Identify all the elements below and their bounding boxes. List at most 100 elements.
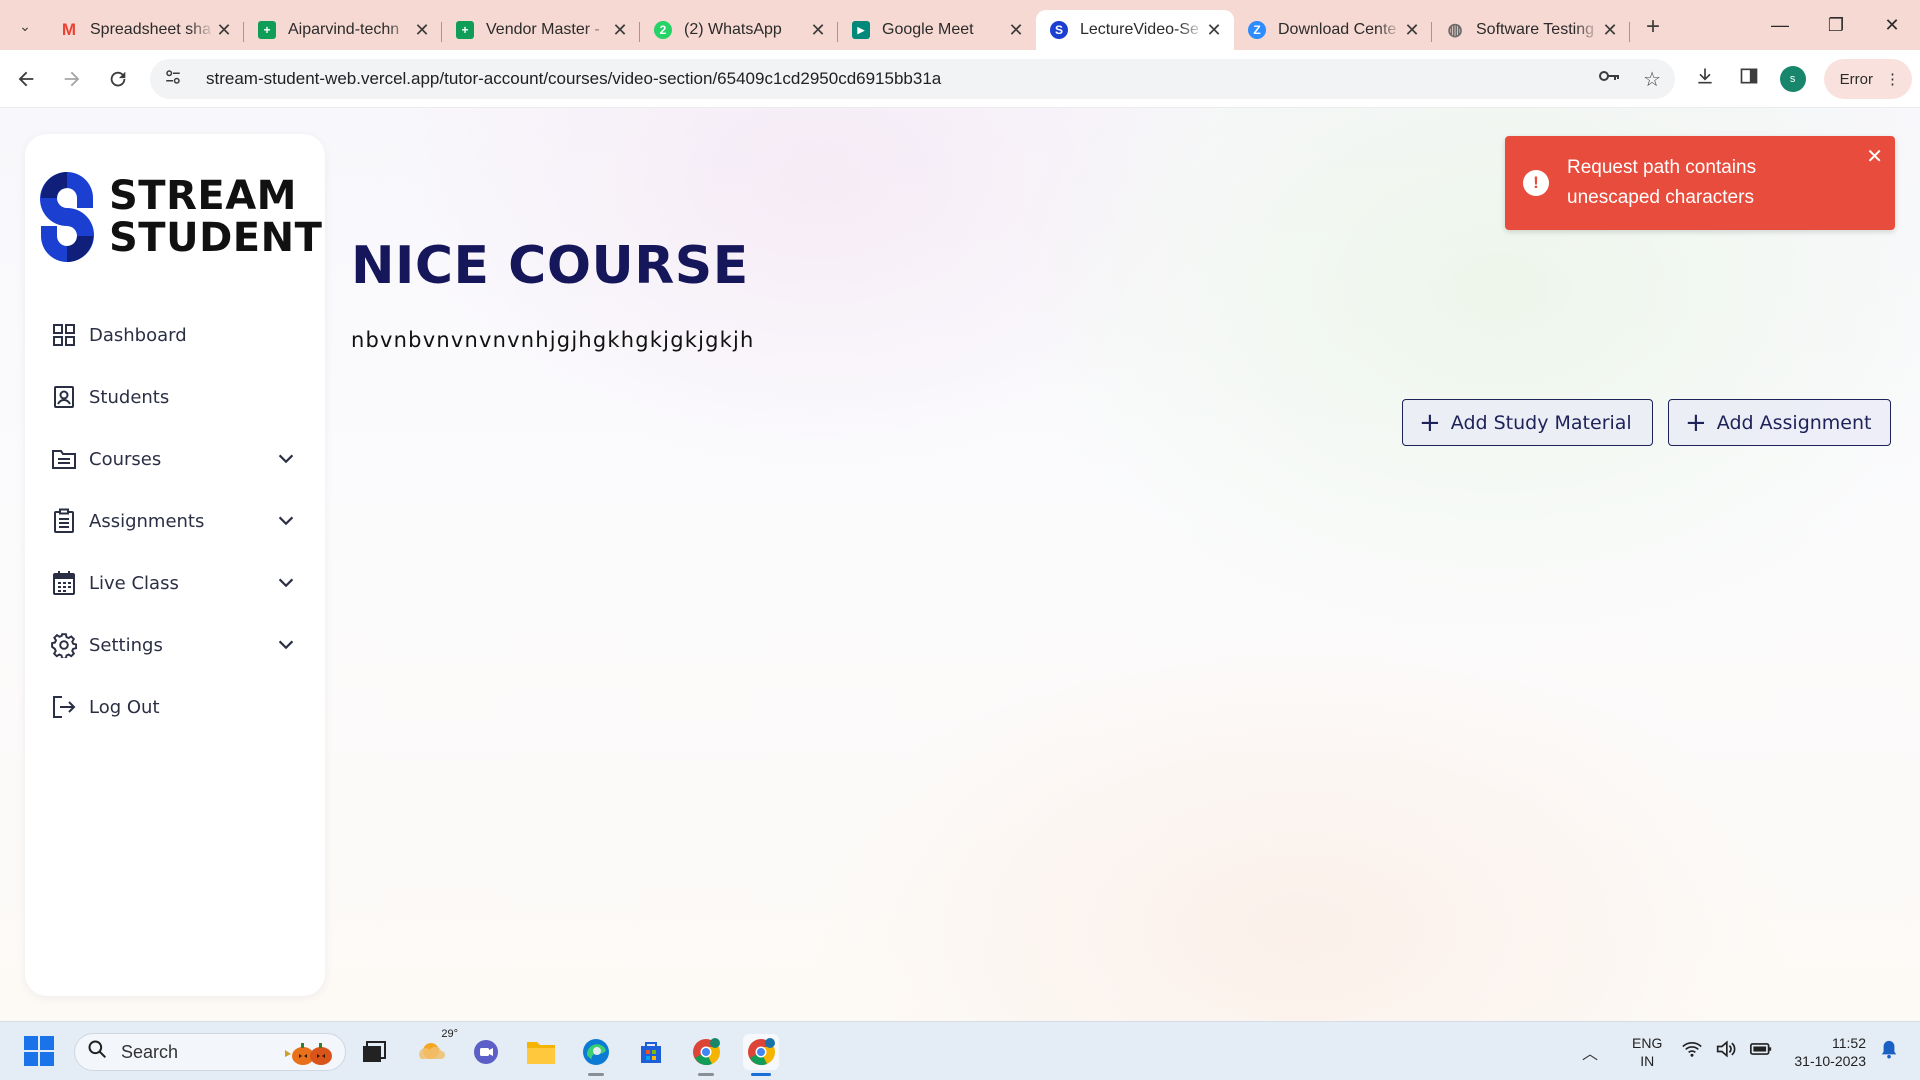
dashboard-grid-icon xyxy=(51,322,77,348)
alert-circle-icon: ! xyxy=(1523,170,1549,196)
sidebar-item-label: Settings xyxy=(89,634,163,656)
tab-title: LectureVideo-Se xyxy=(1080,21,1199,38)
chevron-down-icon[interactable] xyxy=(275,634,297,656)
gmail-icon: M xyxy=(61,20,77,39)
download-icon[interactable] xyxy=(1692,66,1718,92)
sheets-icon: + xyxy=(456,21,474,39)
tab-vendor-master[interactable]: + Vendor Master - ✕ xyxy=(442,10,640,50)
tab-search-button[interactable]: ⌄ xyxy=(12,13,38,39)
logo-line-2: STUDENT xyxy=(109,215,323,261)
add-assignment-button[interactable]: + Add Assignment xyxy=(1668,399,1891,446)
tab-spreadsheet[interactable]: M Spreadsheet sha ✕ xyxy=(46,10,244,50)
close-icon[interactable]: ✕ xyxy=(1204,20,1224,41)
stream-student-logo[interactable]: STREAM STUDENT xyxy=(37,168,322,266)
system-tray: ︿ ENG IN 11:52 31-10-2023 xyxy=(1582,1022,1920,1080)
sidebar-item-settings[interactable]: Settings xyxy=(25,614,325,676)
close-icon[interactable]: ✕ xyxy=(1600,20,1620,41)
profile-avatar[interactable]: s xyxy=(1779,66,1806,92)
tab-title: Spreadsheet sha xyxy=(90,21,211,38)
tab-software-testing[interactable]: ◍ Software Testing ✕ xyxy=(1432,10,1630,50)
close-icon[interactable]: ✕ xyxy=(610,20,630,41)
site-settings-icon[interactable] xyxy=(164,68,186,91)
tab-whatsapp[interactable]: 2 (2) WhatsApp ✕ xyxy=(640,10,838,50)
logo-wordmark: STREAM STUDENT xyxy=(109,175,322,259)
wifi-icon xyxy=(1682,1040,1703,1063)
arrow-right-icon xyxy=(64,71,80,86)
close-icon[interactable]: ✕ xyxy=(808,20,828,41)
chrome-active-icon[interactable] xyxy=(743,1034,779,1076)
logo-line-1: STREAM xyxy=(109,173,297,219)
side-panel-icon[interactable] xyxy=(1736,66,1762,92)
error-menu-chip[interactable]: Error ⋮ xyxy=(1823,59,1912,99)
windows-start-icon[interactable] xyxy=(24,1036,54,1066)
language-code: ENG xyxy=(1632,1034,1663,1051)
restore-button[interactable]: ❐ xyxy=(1808,0,1864,50)
sidebar-item-log-out[interactable]: Log Out xyxy=(25,676,325,738)
password-key-icon[interactable] xyxy=(1597,66,1621,92)
tab-lecture-video[interactable]: S LectureVideo-Se ✕ xyxy=(1036,10,1234,50)
chevron-down-icon[interactable] xyxy=(275,510,297,532)
running-indicator xyxy=(698,1073,714,1076)
stream-student-icon: S xyxy=(1050,21,1068,39)
sidebar-item-label: Courses xyxy=(89,448,162,470)
quick-settings[interactable] xyxy=(1682,1040,1772,1063)
tab-aiparvind[interactable]: + Aiparvind-techn ✕ xyxy=(244,10,442,50)
sidebar-item-assignments[interactable]: Assignments xyxy=(25,490,325,552)
close-icon[interactable]: ✕ xyxy=(412,20,432,41)
sidebar-item-students[interactable]: Students xyxy=(25,366,325,428)
plus-icon: + xyxy=(1685,407,1707,438)
microsoft-store-icon[interactable] xyxy=(633,1034,669,1070)
tab-title: (2) WhatsApp xyxy=(684,21,782,38)
chevron-up-icon[interactable]: ︿ xyxy=(1582,1040,1612,1064)
tab-title: Software Testing xyxy=(1476,21,1594,38)
tab-title: Aiparvind-techn xyxy=(288,21,400,38)
add-study-material-button[interactable]: + Add Study Material xyxy=(1402,399,1653,446)
input-language[interactable]: ENG IN xyxy=(1632,1034,1662,1070)
stream-student-logo-mark-icon xyxy=(40,172,94,262)
reload-button[interactable] xyxy=(98,59,138,99)
sidebar-item-dashboard[interactable]: Dashboard xyxy=(25,304,325,366)
clock[interactable]: 11:52 31-10-2023 xyxy=(1794,1034,1866,1070)
chevron-down-icon[interactable] xyxy=(275,572,297,594)
bookmark-star-icon[interactable]: ☆ xyxy=(1643,67,1661,92)
sidebar-item-label: Students xyxy=(89,386,170,408)
zoom-icon: Z xyxy=(1248,21,1266,39)
chrome-profile-icon[interactable] xyxy=(688,1034,724,1076)
tab-title: Vendor Master - xyxy=(486,21,600,38)
edge-browser-icon[interactable] xyxy=(578,1034,614,1076)
logout-icon xyxy=(51,694,77,720)
task-view-icon[interactable] xyxy=(356,1034,392,1070)
page-viewport: STREAM STUDENT Dashboard Students Course… xyxy=(0,108,1920,1021)
close-window-button[interactable]: ✕ xyxy=(1864,0,1920,50)
clock-time: 11:52 xyxy=(1832,1034,1866,1051)
sidebar-item-courses[interactable]: Courses xyxy=(25,428,325,490)
close-icon[interactable]: ✕ xyxy=(214,20,234,41)
notification-bell-icon[interactable] xyxy=(1880,1039,1910,1064)
meet-icon: ▶ xyxy=(852,21,870,39)
back-button[interactable] xyxy=(6,59,46,99)
sheets-icon: + xyxy=(258,21,276,39)
sidebar-item-live-class[interactable]: Live Class xyxy=(25,552,325,614)
tab-download-center[interactable]: Z Download Cente ✕ xyxy=(1234,10,1432,50)
clipboard-icon xyxy=(51,508,77,534)
forward-button[interactable] xyxy=(52,59,92,99)
globe-icon: ◍ xyxy=(1447,20,1463,39)
add-assignment-label: Add Assignment xyxy=(1716,411,1872,434)
taskbar-search[interactable]: Search xyxy=(74,1033,346,1071)
teams-chat-icon[interactable] xyxy=(468,1034,504,1070)
reload-icon xyxy=(110,71,126,86)
close-toast-icon[interactable]: ✕ xyxy=(1866,144,1883,169)
file-explorer-icon[interactable] xyxy=(523,1034,559,1070)
chevron-down-icon[interactable] xyxy=(275,448,297,470)
address-bar[interactable]: stream-student-web.vercel.app/tutor-acco… xyxy=(150,59,1675,99)
sidebar: STREAM STUDENT Dashboard Students Course… xyxy=(25,134,325,996)
volume-icon xyxy=(1716,1040,1736,1063)
minimize-button[interactable]: — xyxy=(1752,0,1808,50)
close-icon[interactable]: ✕ xyxy=(1402,20,1422,41)
new-tab-button[interactable]: + xyxy=(1636,10,1670,44)
arrow-left-icon xyxy=(18,71,34,86)
weather-widget-icon[interactable]: 29° xyxy=(414,1028,458,1070)
close-icon[interactable]: ✕ xyxy=(1006,20,1026,41)
tab-title: Google Meet xyxy=(882,21,974,38)
tab-google-meet[interactable]: ▶ Google Meet ✕ xyxy=(838,10,1036,50)
